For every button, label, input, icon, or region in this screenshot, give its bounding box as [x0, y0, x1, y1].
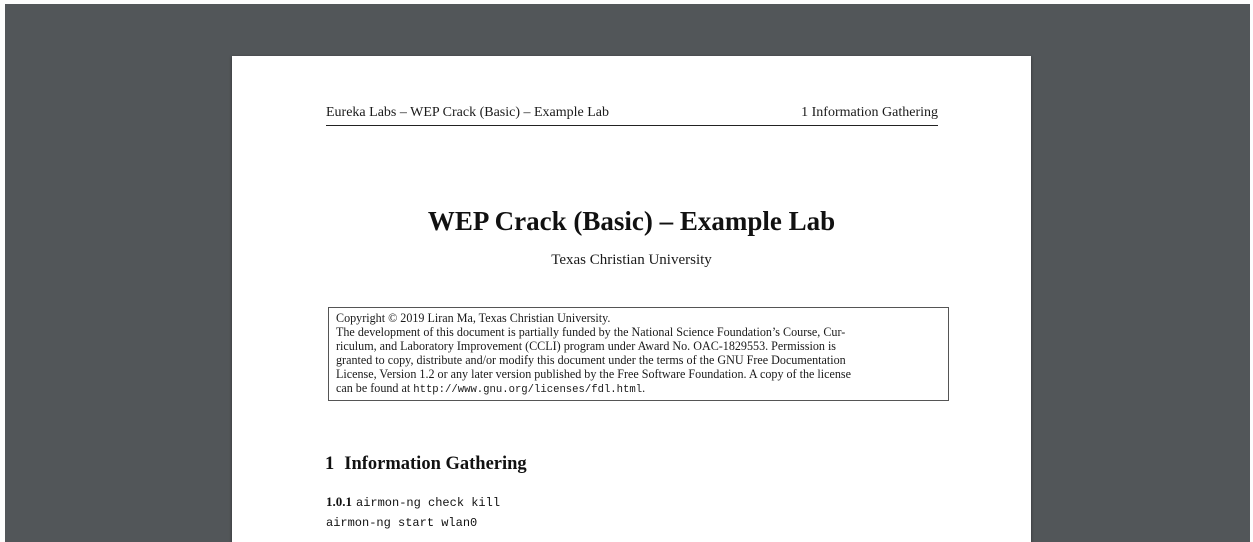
document-page: Eureka Labs – WEP Crack (Basic) – Exampl… [232, 56, 1031, 542]
copyright-line: granted to copy, distribute and/or modif… [336, 352, 846, 367]
subsection-number: 1.0.1 [326, 494, 352, 509]
copyright-box: Copyright © 2019 Liran Ma, Texas Christi… [328, 307, 949, 402]
copyright-line: riculum, and Laboratory Improvement (CCL… [336, 338, 837, 353]
command-text: airmon-ng start wlan0 [326, 516, 478, 530]
pdf-viewer[interactable]: Eureka Labs – WEP Crack (Basic) – Exampl… [5, 4, 1250, 542]
subsection-heading: 1.0.1 airmon-ng check kill [326, 494, 500, 510]
copyright-text: . [642, 380, 646, 395]
copyright-line: The development of this document is part… [336, 324, 846, 339]
copyright-line: Copyright © 2019 Liran Ma, Texas Christi… [336, 311, 611, 325]
copyright-text: can be found at [336, 380, 414, 395]
document-title: WEP Crack (Basic) – Example Lab [427, 206, 836, 236]
section-number: 1 [325, 454, 335, 474]
command-text: airmon-ng check kill [356, 496, 501, 510]
license-link[interactable]: http://www.gnu.org/licenses/fdl.html [413, 384, 642, 396]
running-header-left: Eureka Labs – WEP Crack (Basic) – Exampl… [326, 105, 610, 120]
running-header: Eureka Labs – WEP Crack (Basic) – Exampl… [326, 105, 938, 126]
copyright-line: can be found at http://www.gnu.org/licen… [336, 380, 941, 398]
document-subtitle: Texas Christian University [551, 252, 712, 268]
section-heading: 1 Information Gathering [325, 454, 527, 475]
section-title: Information Gathering [344, 454, 527, 474]
copyright-line: License, Version 1.2 or any later versio… [336, 366, 851, 381]
running-header-right: 1 Information Gathering [801, 105, 938, 120]
